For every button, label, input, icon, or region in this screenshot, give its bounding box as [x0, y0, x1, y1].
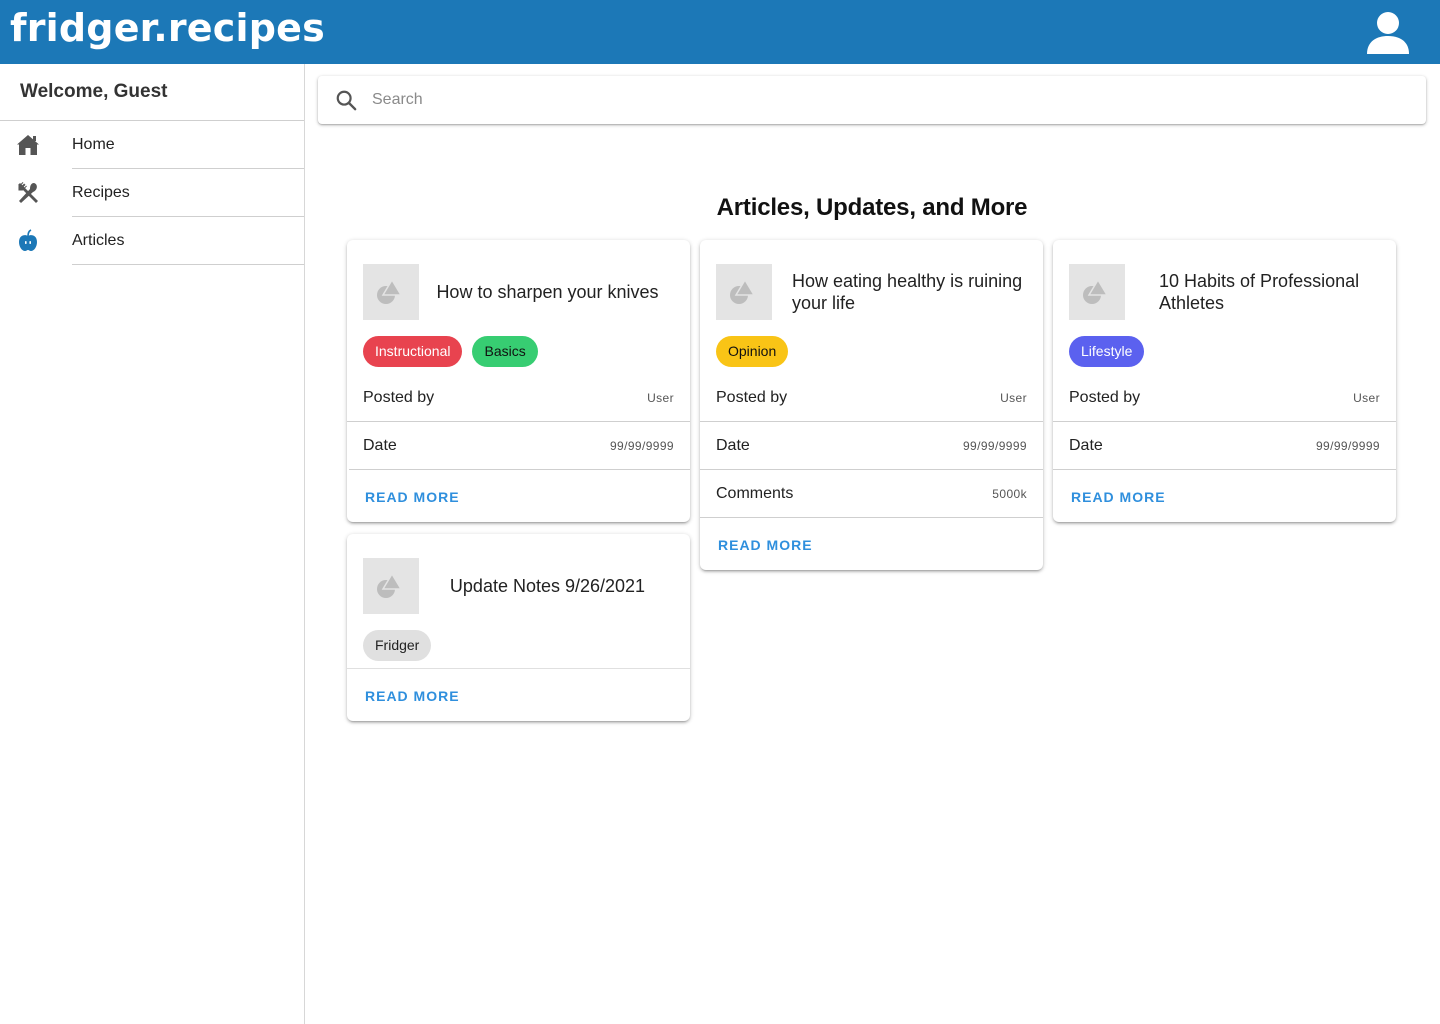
date-row: Date 99/99/9999 [349, 422, 690, 470]
date-row: Date 99/99/9999 [700, 422, 1043, 470]
sidebar-item-label: Home [72, 121, 304, 169]
tag-chip[interactable]: Lifestyle [1069, 336, 1145, 367]
date-label: Date [1069, 437, 1103, 454]
sidebar-item-articles[interactable]: Articles [0, 217, 304, 265]
tag-chip[interactable]: Opinion [716, 336, 789, 367]
page-title: Articles, Updates, and More [716, 194, 1028, 221]
posted-by-label: Posted by [363, 389, 435, 406]
sidebar-item-label: Recipes [72, 169, 304, 217]
posted-by-row: Posted by User [700, 374, 1043, 422]
search-bar[interactable] [318, 76, 1426, 124]
article-card: How to sharpen your knives Instructional… [347, 240, 690, 522]
date-value: 99/99/9999 [609, 439, 674, 453]
welcome-message: Welcome, Guest [0, 64, 304, 121]
read-more-button[interactable]: READ MORE [718, 518, 813, 570]
date-value: 99/99/9999 [1315, 439, 1380, 453]
posted-by-label: Posted by [716, 389, 788, 406]
article-card: Update Notes 9/26/2021 Fridger READ MORE [347, 534, 690, 721]
image-placeholder-icon [363, 558, 419, 614]
account-icon[interactable] [1364, 8, 1412, 56]
date-value: 99/99/9999 [962, 439, 1027, 453]
sidebar-item-recipes[interactable]: Recipes [0, 169, 304, 217]
read-more-button[interactable]: READ MORE [365, 669, 460, 721]
image-placeholder-icon [1069, 264, 1125, 320]
article-card: 10 Habits of Professional Athletes Lifes… [1053, 240, 1396, 522]
card-actions: READ MORE [700, 518, 1043, 570]
sidebar-item-home[interactable]: Home [0, 121, 304, 169]
card-title: How to sharpen your knives [436, 282, 659, 302]
tag-list: Opinion [700, 336, 1043, 367]
posted-by-value: User [647, 391, 674, 405]
search-icon[interactable] [335, 89, 357, 111]
home-icon [17, 135, 39, 155]
posted-by-row: Posted by User [347, 374, 690, 422]
card-actions: READ MORE [347, 669, 690, 721]
date-label: Date [716, 437, 750, 454]
apple-icon [19, 229, 37, 251]
tag-list: Fridger [347, 630, 690, 669]
article-card: How eating healthy is ruining your life … [700, 240, 1043, 570]
card-actions: READ MORE [347, 470, 690, 522]
read-more-button[interactable]: READ MORE [1071, 470, 1166, 522]
card-actions: READ MORE [1053, 470, 1396, 522]
posted-by-value: User [1000, 391, 1027, 405]
card-title: How eating healthy is ruining your life [792, 271, 1023, 313]
image-placeholder-icon [363, 264, 419, 320]
date-label: Date [363, 437, 397, 454]
tag-list: Instructional Basics [347, 336, 690, 367]
site-logo[interactable]: fridger.recipes [10, 6, 325, 50]
tag-list: Lifestyle [1053, 336, 1396, 367]
app-bar: fridger.recipes [0, 0, 1440, 64]
posted-by-value: User [1353, 391, 1380, 405]
comments-label: Comments [716, 485, 794, 502]
utensils-icon [18, 182, 38, 203]
tag-chip[interactable]: Basics [472, 336, 538, 367]
comments-row: Comments 5000k [700, 470, 1043, 518]
tag-chip[interactable]: Instructional [363, 336, 463, 367]
read-more-button[interactable]: READ MORE [365, 470, 460, 522]
sidebar-item-label: Articles [72, 217, 304, 265]
card-title: 10 Habits of Professional Athletes [1159, 271, 1360, 313]
posted-by-row: Posted by User [1053, 374, 1396, 422]
posted-by-label: Posted by [1069, 389, 1141, 406]
sidebar: Welcome, Guest Home Recipes Articles [0, 64, 305, 1024]
date-row: Date 99/99/9999 [1053, 422, 1396, 470]
card-title: Update Notes 9/26/2021 [449, 576, 646, 596]
comments-count: 5000k [992, 487, 1027, 501]
search-input[interactable] [372, 76, 1412, 124]
image-placeholder-icon [716, 264, 772, 320]
tag-chip[interactable]: Fridger [363, 630, 432, 661]
